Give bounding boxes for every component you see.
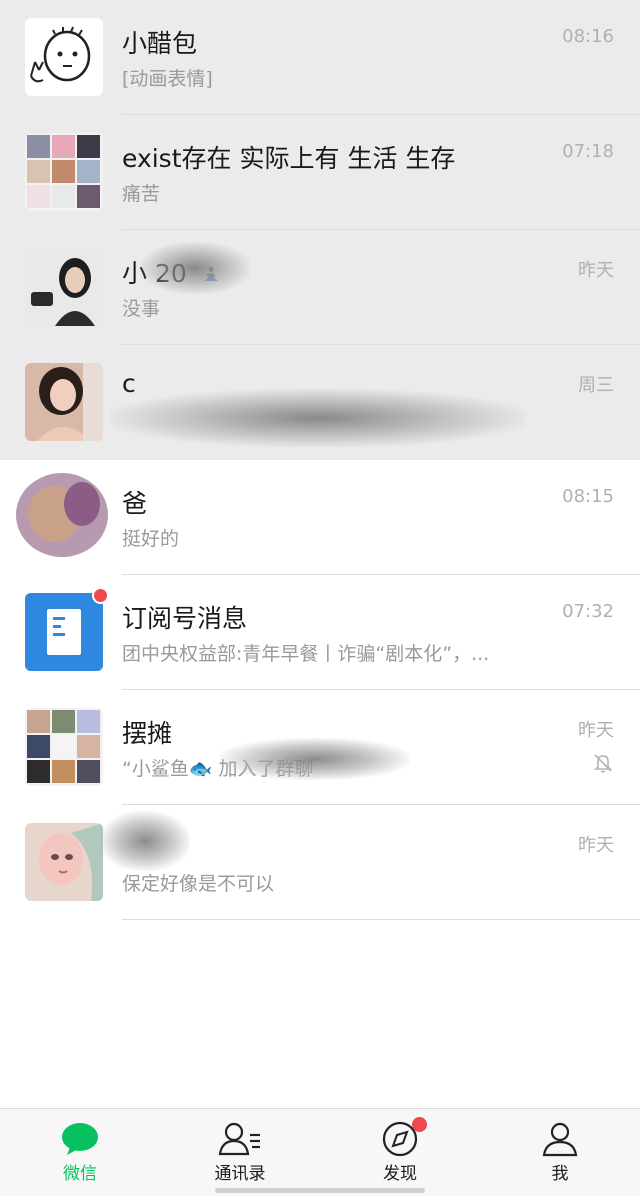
person-icon — [542, 1122, 578, 1157]
chat-preview: 没事 — [122, 298, 161, 320]
unread-dot — [92, 587, 109, 604]
tab-label: 微信 — [63, 1164, 97, 1184]
chat-time: 昨天 — [578, 835, 614, 856]
chat-time: 周三 — [578, 375, 614, 396]
chat-preview: [动画表情] — [122, 68, 213, 90]
avatar[interactable] — [25, 363, 103, 441]
chat-row[interactable]: exist存在 实际上有 生活 生存 痛苦 07:18 — [0, 115, 640, 230]
chat-name: 爸 — [122, 489, 148, 518]
chat-time: 昨天 — [578, 260, 614, 281]
tab-me[interactable]: 我 — [480, 1109, 640, 1196]
chat-time: 昨天 — [578, 720, 614, 741]
bottom-tab-bar: 微信 通讯录 发现 我 — [0, 1108, 640, 1196]
redaction-blur — [110, 389, 525, 447]
contacts-icon — [218, 1122, 260, 1156]
chat-list: 小醋包 [动画表情] 08:16 exist存在 实际上有 生活 生存 痛苦 0… — [0, 0, 640, 920]
home-indicator — [215, 1188, 425, 1193]
divider — [122, 919, 640, 920]
chat-bubble-icon — [62, 1123, 98, 1155]
tab-label: 通讯录 — [214, 1164, 266, 1184]
chat-name: 订阅号消息 — [122, 604, 248, 633]
redaction-blur — [140, 242, 250, 294]
chat-name: c — [122, 369, 136, 398]
chat-time: 07:18 — [562, 141, 614, 162]
chat-row[interactable]: 摆摊 “小鲨鱼🐟 加入了群聊 昨天 — [0, 690, 640, 805]
group-avatar[interactable] — [25, 133, 103, 211]
tab-discover[interactable]: 发现 — [320, 1109, 480, 1196]
chat-row[interactable]: 小醋包 [动画表情] 08:16 — [0, 0, 640, 115]
redaction-blur — [220, 738, 410, 780]
avatar[interactable] — [25, 823, 103, 901]
chat-name: exist存在 实际上有 生活 生存 — [122, 144, 456, 173]
tab-chats[interactable]: 微信 — [0, 1109, 160, 1196]
chat-preview: 痛苦 — [122, 183, 161, 205]
redaction-blur — [100, 811, 190, 871]
notification-dot — [412, 1117, 427, 1132]
chat-preview: 保定好像是不可以 — [122, 873, 275, 895]
chat-row[interactable]: 保定好像是不可以 昨天 — [0, 805, 640, 920]
mute-bell-icon — [594, 754, 612, 773]
tab-contacts[interactable]: 通讯录 — [160, 1109, 320, 1196]
chat-row[interactable]: c 周三 — [0, 345, 640, 460]
tab-label: 发现 — [383, 1164, 417, 1184]
chat-name: 小醋包 — [122, 29, 198, 58]
subscription-icon[interactable] — [25, 593, 103, 671]
chat-time: 08:16 — [562, 26, 614, 47]
avatar[interactable] — [25, 18, 103, 96]
avatar[interactable] — [14, 470, 110, 560]
chat-time: 08:15 — [562, 486, 614, 507]
chat-row[interactable]: 小 20 没事 昨天 — [0, 230, 640, 345]
chat-time: 07:32 — [562, 601, 614, 622]
tab-label: 我 — [551, 1164, 569, 1184]
group-avatar[interactable] — [25, 708, 103, 786]
chat-preview: 挺好的 — [122, 528, 180, 550]
chat-row[interactable]: 爸 挺好的 08:15 — [0, 460, 640, 575]
chat-name: 摆摊 — [122, 719, 173, 748]
chat-preview: 团中央权益部:青年早餐丨诈骗“剧本化”，... — [122, 643, 490, 665]
avatar[interactable] — [25, 248, 103, 326]
